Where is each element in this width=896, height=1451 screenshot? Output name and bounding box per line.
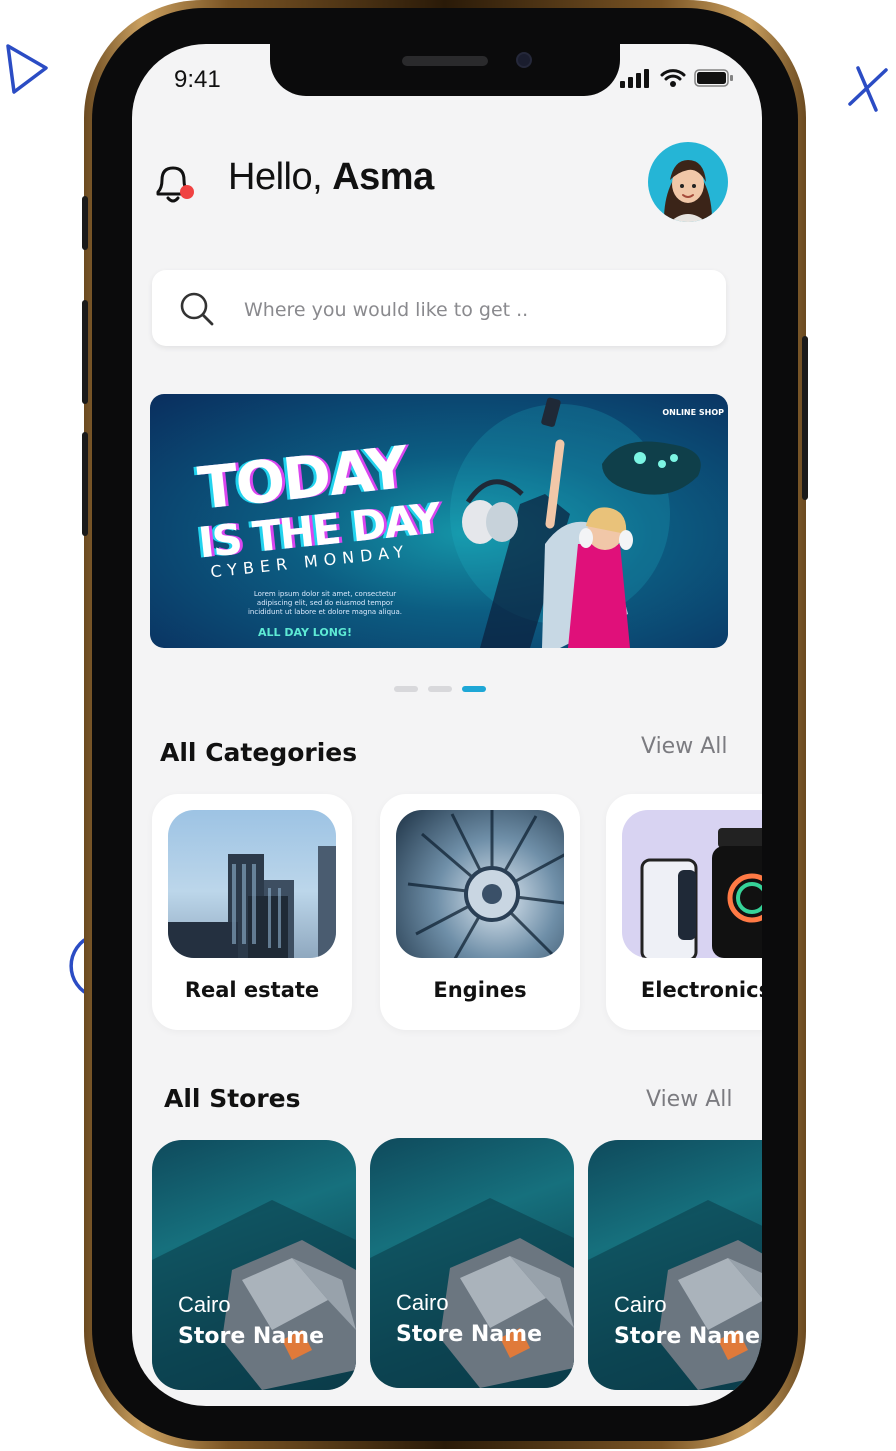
store-image [152, 1200, 356, 1390]
power-button [802, 336, 808, 500]
triangle-decoration-icon [6, 44, 48, 94]
avatar[interactable] [648, 142, 728, 222]
store-card[interactable]: Cairo Store Name [588, 1140, 762, 1390]
store-city: Cairo [178, 1292, 231, 1317]
turbine-icon [407, 810, 564, 958]
real-estate-image [168, 810, 336, 958]
user-name: Asma [332, 156, 434, 198]
smartwatch-icon [640, 828, 762, 958]
category-label: Engines [433, 978, 527, 1002]
status-time: 9:41 [174, 66, 221, 93]
buildings-icon [168, 846, 336, 958]
battery-icon [694, 69, 733, 87]
store-name: Store Name [396, 1322, 543, 1347]
category-label: Real estate [184, 978, 320, 1002]
store-card[interactable]: Cairo Store Name [370, 1138, 574, 1388]
app-screen: 9:41 Hello, Asma Where you would like to… [132, 44, 762, 1406]
banner-brand: ONLINE SHOP [662, 408, 724, 417]
store-image [588, 1200, 762, 1390]
status-icons [620, 68, 734, 88]
banner-body: Lorem ipsum dolor sit amet, consectetur … [247, 590, 403, 617]
store-name: Store Name [178, 1324, 325, 1349]
category-label: Electronics [640, 978, 762, 1002]
store-card[interactable]: Cairo Store Name [152, 1140, 356, 1390]
search-icon [180, 292, 214, 326]
engines-image [396, 810, 564, 958]
category-card-electronics[interactable]: Electronics [606, 794, 762, 1030]
search-bar[interactable] [152, 270, 726, 346]
wifi-icon [660, 69, 686, 87]
electronics-image [622, 810, 762, 958]
categories-view-all-link[interactable]: View All [641, 734, 727, 759]
store-name: Store Name [614, 1324, 761, 1349]
categories-title: All Categories [160, 738, 358, 767]
notification-dot [180, 185, 194, 199]
banner-cta: ALL DAY LONG! [258, 626, 352, 639]
cellular-signal-icon [620, 69, 649, 88]
front-camera [516, 52, 532, 68]
stores-title: All Stores [164, 1084, 301, 1113]
notch [270, 44, 620, 96]
cross-decoration-icon [848, 66, 888, 112]
user-avatar-icon [664, 160, 712, 222]
notification-bell-icon[interactable] [150, 158, 202, 208]
carousel-dot[interactable] [428, 686, 452, 692]
store-image [370, 1198, 574, 1388]
search-input[interactable] [242, 294, 706, 326]
carousel-dot[interactable] [394, 686, 418, 692]
category-card-real-estate[interactable]: Real estate [152, 794, 352, 1030]
volume-up-button [82, 300, 88, 404]
store-city: Cairo [614, 1292, 667, 1317]
stores-view-all-link[interactable]: View All [646, 1087, 732, 1112]
category-card-engines[interactable]: Engines [380, 794, 580, 1030]
mute-switch [82, 196, 88, 250]
speaker-grille [402, 56, 488, 66]
carousel-indicator [394, 686, 486, 692]
volume-down-button [82, 432, 88, 536]
greeting: Hello, Asma [228, 156, 434, 199]
store-city: Cairo [396, 1290, 449, 1315]
carousel-dot-active[interactable] [462, 686, 486, 692]
greeting-prefix: Hello, [228, 156, 333, 198]
promo-banner[interactable]: TODAY IS THE DAY CYBER MONDAY Lorem ipsu… [150, 394, 728, 648]
